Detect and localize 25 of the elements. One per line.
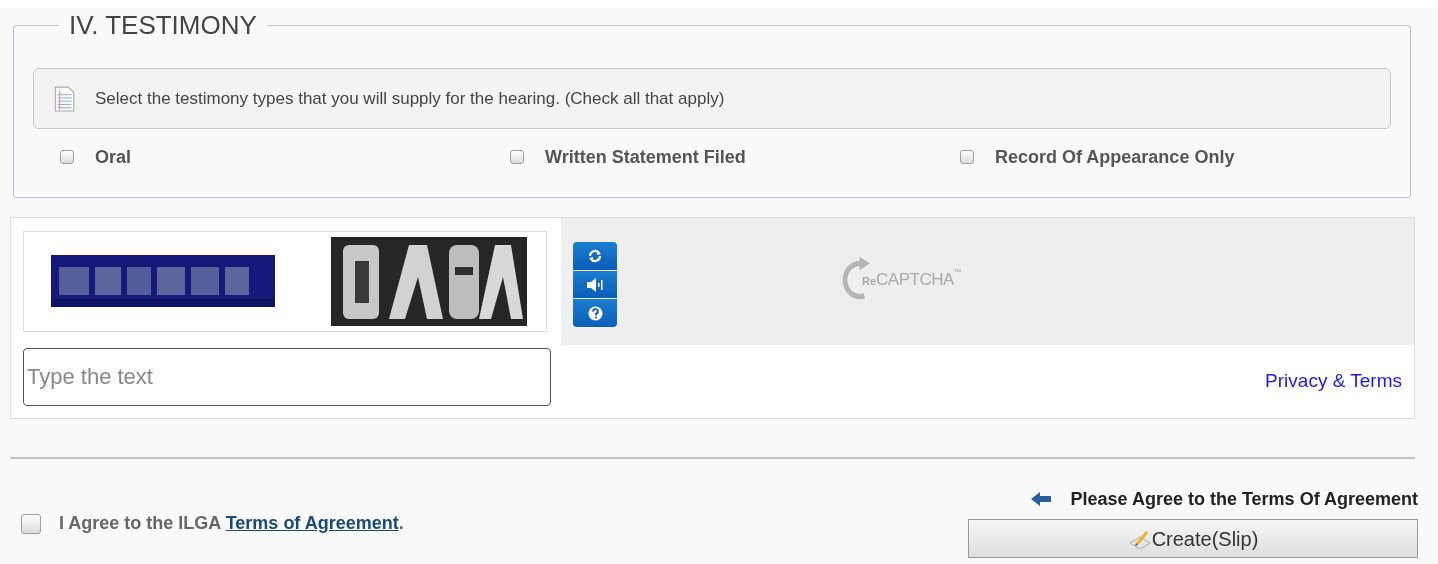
help-button[interactable] (573, 299, 617, 327)
checkbox[interactable] (510, 150, 524, 164)
refresh-button[interactable] (573, 242, 617, 270)
agreement-notice: Please Agree to the Terms Of Agreement (1070, 487, 1418, 511)
agreement-text: I Agree to the ILGA Terms of Agreement. (59, 512, 404, 535)
instruction-text: Select the testimony types that you will supply for the hearing. (Check all that apply) (95, 87, 725, 110)
help-icon (587, 305, 603, 321)
refresh-icon (587, 248, 603, 264)
checkbox[interactable] (960, 150, 974, 164)
create-slip-button[interactable]: Create(Slip) (968, 519, 1418, 558)
document-icon (53, 85, 75, 112)
section-title: IV. TESTIMONY (68, 9, 258, 42)
option-label: Record Of Appearance Only (995, 145, 1235, 169)
option-label: Oral (95, 145, 132, 169)
captcha-text-field[interactable]: Type the text (23, 348, 551, 406)
left-arrow-icon (1030, 492, 1051, 506)
recaptcha-logo-text: ReCAPTCHA™ (862, 267, 962, 292)
option-label: Written Statement Filed (545, 145, 746, 169)
checkbox[interactable] (21, 513, 41, 534)
privacy-terms-link[interactable]: Privacy & Terms (1265, 367, 1402, 396)
pencil-icon (1127, 528, 1152, 549)
checkbox[interactable] (60, 150, 74, 164)
speaker-icon (586, 277, 604, 292)
terms-link[interactable]: Terms of Agreement (225, 513, 399, 533)
audio-button[interactable] (573, 271, 617, 298)
